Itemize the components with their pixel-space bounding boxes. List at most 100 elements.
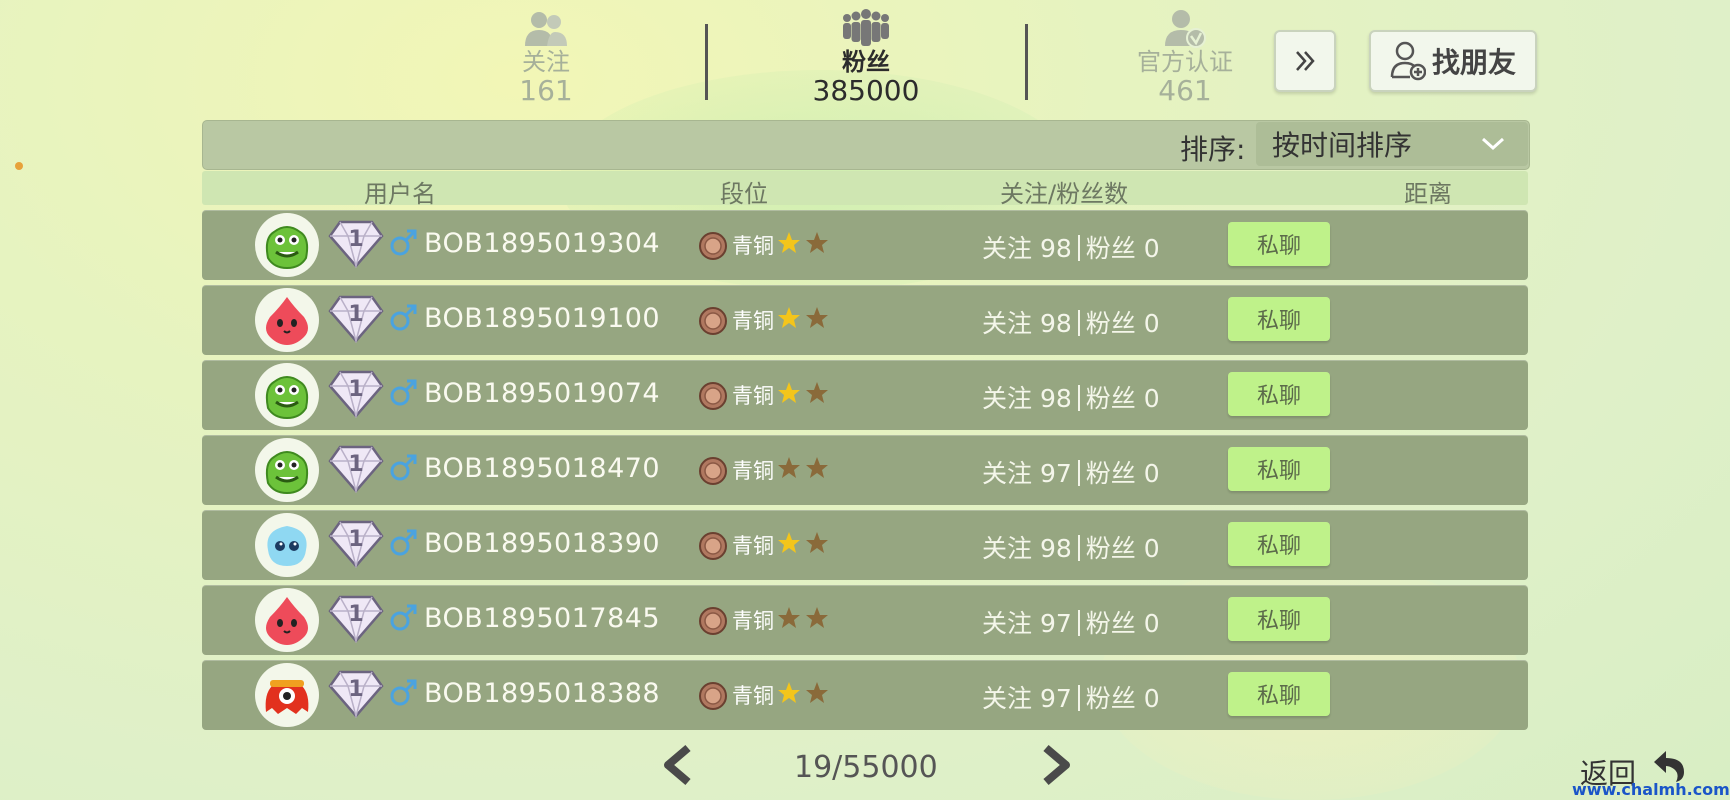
male-icon (390, 304, 417, 331)
chevron-down-icon (1481, 137, 1505, 151)
follow-label: 关注 (982, 309, 1033, 338)
bronze-medal-icon (699, 382, 727, 410)
list-item[interactable]: 1 BOB1895017845 青铜 关注 97 粉丝 0 私聊 (202, 585, 1528, 655)
private-chat-button[interactable]: 私聊 (1228, 447, 1330, 491)
private-chat-button[interactable]: 私聊 (1228, 297, 1330, 341)
fans-label: 粉丝 (1085, 384, 1136, 413)
level-badge: 1 (328, 295, 384, 343)
table-header: 用户名 段位 关注/粉丝数 距离 (202, 171, 1528, 208)
prev-page-button[interactable] (658, 744, 698, 786)
list-item[interactable]: 1 BOB1895018390 青铜 关注 98 粉丝 0 私聊 (202, 510, 1528, 580)
rank-stars (778, 307, 828, 328)
avatar[interactable] (255, 288, 319, 352)
find-friends-button[interactable]: 找朋友 (1369, 30, 1537, 92)
rank-label: 青铜 (732, 384, 774, 408)
tab-count: 161 (519, 74, 573, 107)
private-chat-button[interactable]: 私聊 (1228, 372, 1330, 416)
users-icon (446, 8, 646, 48)
rank-label: 青铜 (732, 534, 774, 558)
tab-label: 官方认证 (1137, 48, 1233, 76)
fans-value: 0 (1143, 609, 1160, 638)
level-badge: 1 (328, 445, 384, 493)
follow-value: 98 (1039, 384, 1072, 413)
column-username: 用户名 (364, 180, 436, 208)
fans-label: 粉丝 (1085, 684, 1136, 713)
private-chat-button[interactable]: 私聊 (1228, 597, 1330, 641)
bronze-medal-icon (699, 607, 727, 635)
tab-verified[interactable]: 官方认证 461 (1085, 8, 1285, 106)
level-badge: 1 (328, 370, 384, 418)
follow-label: 关注 (982, 234, 1033, 263)
fans-label: 粉丝 (1085, 234, 1136, 263)
svg-text:1: 1 (348, 227, 363, 252)
fans-value: 0 (1143, 234, 1160, 263)
sort-dropdown[interactable]: 按时间排序 (1256, 122, 1528, 166)
svg-text:1: 1 (348, 377, 363, 402)
rank-label: 青铜 (732, 234, 774, 258)
svg-text:1: 1 (348, 527, 363, 552)
avatar[interactable] (255, 663, 319, 727)
avatar[interactable] (255, 513, 319, 577)
male-icon (390, 679, 417, 706)
rank-stars (778, 382, 828, 403)
fans-label: 粉丝 (1085, 609, 1136, 638)
rank-label: 青铜 (732, 459, 774, 483)
follow-fans-count: 关注 98 粉丝 0 (982, 379, 1160, 415)
follow-value: 98 (1039, 309, 1072, 338)
tab-following[interactable]: 关注 161 (446, 8, 646, 106)
username: BOB1895017845 (424, 603, 661, 634)
bronze-medal-icon (699, 682, 727, 710)
follow-label: 关注 (982, 609, 1033, 638)
bronze-medal-icon (699, 307, 727, 335)
rank-stars (778, 682, 828, 703)
private-chat-button[interactable]: 私聊 (1228, 222, 1330, 266)
avatar[interactable] (255, 588, 319, 652)
list-item[interactable]: 1 BOB1895018470 青铜 关注 97 粉丝 0 私聊 (202, 435, 1528, 505)
private-chat-button[interactable]: 私聊 (1228, 672, 1330, 716)
bronze-medal-icon (699, 457, 727, 485)
rank-label: 青铜 (732, 684, 774, 708)
rank-label: 青铜 (732, 309, 774, 333)
avatar[interactable] (255, 363, 319, 427)
follow-fans-count: 关注 97 粉丝 0 (982, 604, 1160, 640)
verified-user-icon (1085, 8, 1285, 48)
list-item[interactable]: 1 BOB1895019074 青铜 关注 98 粉丝 0 私聊 (202, 360, 1528, 430)
username: BOB1895019100 (424, 303, 661, 334)
username: BOB1895018390 (424, 528, 661, 559)
private-chat-button[interactable]: 私聊 (1228, 522, 1330, 566)
follow-fans-count: 关注 98 粉丝 0 (982, 304, 1160, 340)
follow-label: 关注 (982, 534, 1033, 563)
return-arrow-icon[interactable] (1650, 748, 1690, 784)
tab-label: 关注 (522, 48, 570, 76)
fans-value: 0 (1143, 534, 1160, 563)
bronze-medal-icon (699, 232, 727, 260)
fans-label: 粉丝 (1085, 309, 1136, 338)
tab-count: 385000 (812, 74, 920, 107)
rank-label: 青铜 (732, 609, 774, 633)
avatar[interactable] (255, 438, 319, 502)
tab-divider (1025, 24, 1028, 100)
list-item[interactable]: 1 BOB1895019304 青铜 关注 98 粉丝 0 私聊 (202, 210, 1528, 280)
tab-fans[interactable]: 粉丝 385000 (766, 8, 966, 106)
follow-fans-count: 关注 97 粉丝 0 (982, 679, 1160, 715)
fans-value: 0 (1143, 459, 1160, 488)
watermark: www.chalmh.com (1572, 780, 1730, 799)
follow-value: 98 (1039, 534, 1072, 563)
follow-value: 98 (1039, 234, 1072, 263)
level-badge: 1 (328, 220, 384, 268)
level-badge: 1 (328, 595, 384, 643)
more-button[interactable] (1274, 30, 1336, 92)
sort-label: 排序: (1180, 133, 1246, 166)
page-indicator: 19/55000 (794, 750, 938, 785)
rank-stars (778, 457, 828, 478)
list-item[interactable]: 1 BOB1895018388 青铜 关注 97 粉丝 0 私聊 (202, 660, 1528, 730)
tab-label: 粉丝 (842, 48, 890, 76)
column-rank: 段位 (720, 180, 768, 208)
column-follow-fans: 关注/粉丝数 (1000, 180, 1129, 208)
fans-label: 粉丝 (1085, 534, 1136, 563)
male-icon (390, 379, 417, 406)
fans-label: 粉丝 (1085, 459, 1136, 488)
next-page-button[interactable] (1036, 744, 1076, 786)
avatar[interactable] (255, 213, 319, 277)
list-item[interactable]: 1 BOB1895019100 青铜 关注 98 粉丝 0 私聊 (202, 285, 1528, 355)
